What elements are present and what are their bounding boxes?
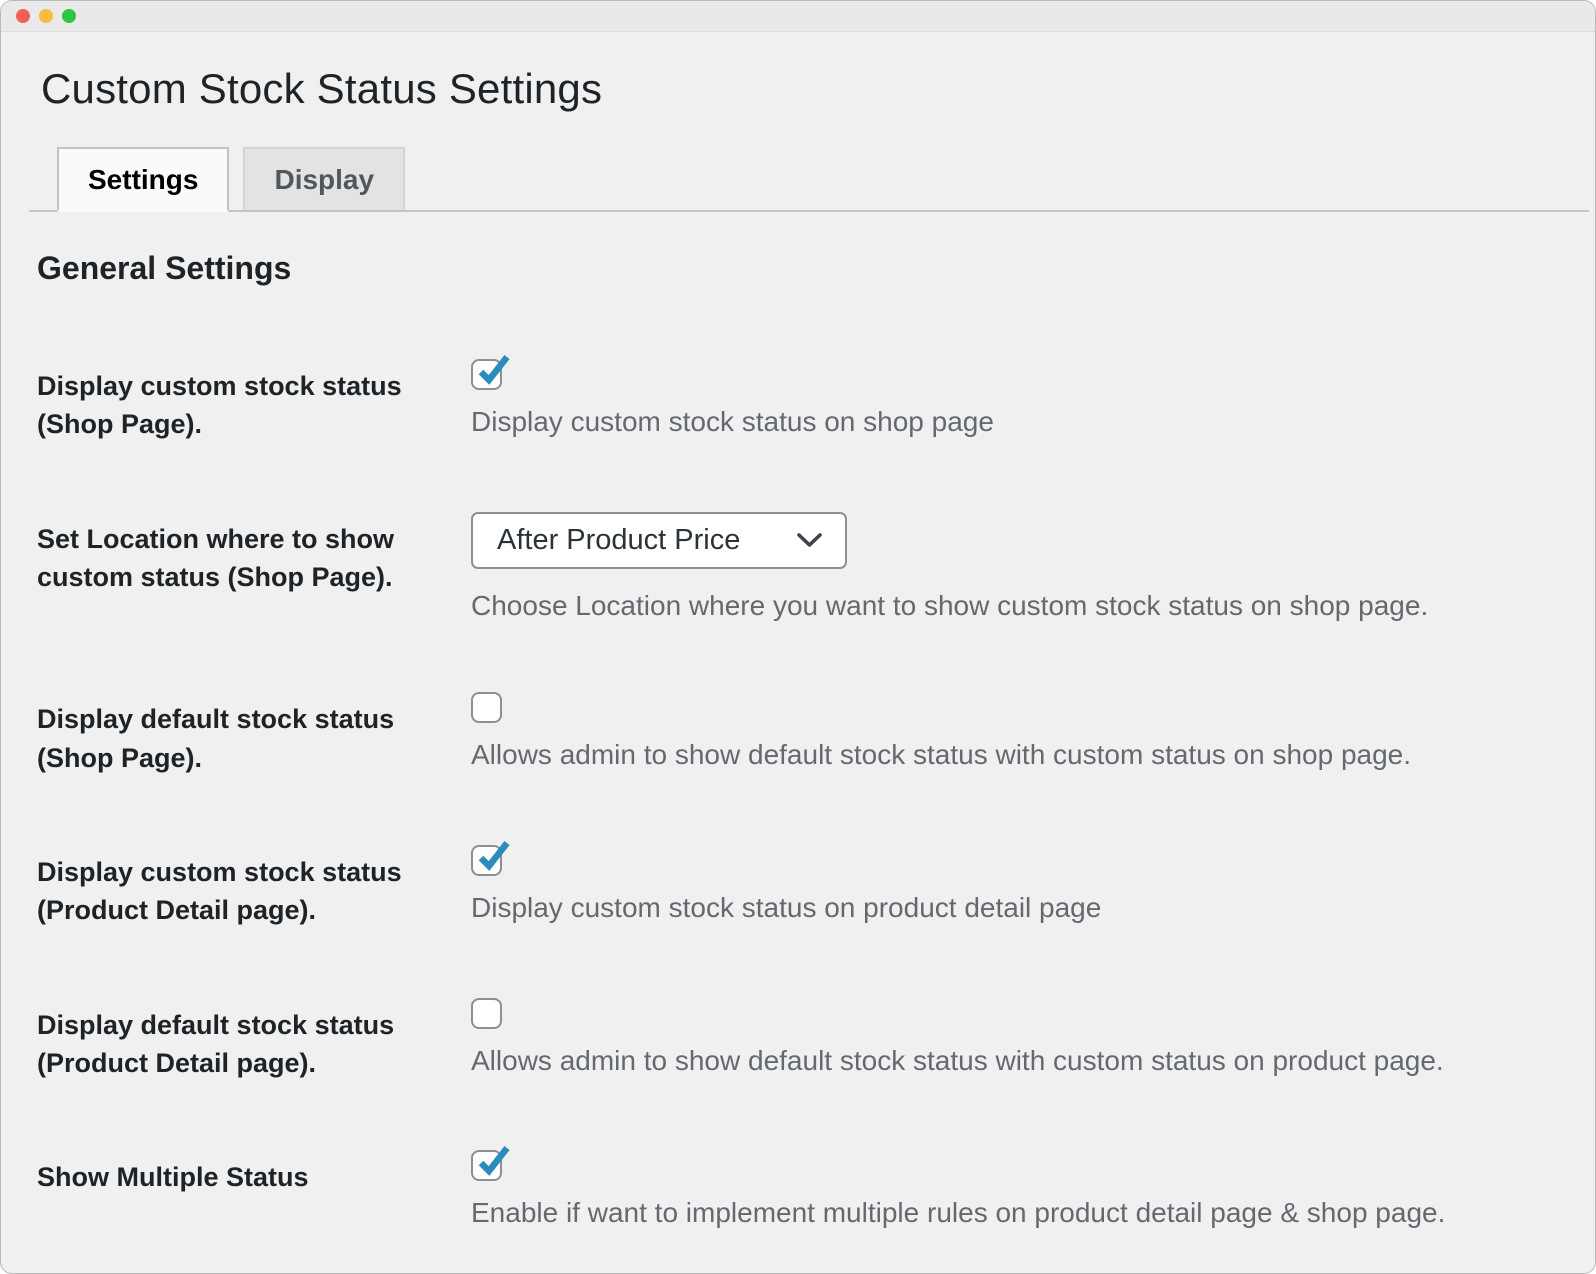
setting-label: Display default stock status (Shop Page)…	[37, 692, 449, 777]
setting-label: Display default stock status (Product De…	[37, 998, 449, 1083]
setting-description: Choose Location where you want to show c…	[471, 587, 1595, 625]
setting-field: Enable if want to implement multiple rul…	[471, 1150, 1595, 1232]
setting-checkbox[interactable]	[471, 692, 502, 723]
setting-description: Display custom stock status on product d…	[471, 889, 1595, 927]
setting-field: Display custom stock status on product d…	[471, 845, 1595, 930]
close-button[interactable]	[16, 9, 30, 23]
setting-label: Set Location where to show custom status…	[37, 512, 449, 625]
setting-row: Display custom stock status (Shop Page).…	[37, 359, 1595, 444]
setting-label: Show Multiple Status	[37, 1150, 449, 1232]
section-heading: General Settings	[37, 250, 1559, 287]
setting-row: Display default stock status (Shop Page)…	[37, 692, 1595, 777]
setting-label: Display custom stock status (Product Det…	[37, 845, 449, 930]
settings-rows: Display custom stock status (Shop Page).…	[1, 359, 1595, 1232]
setting-row: Display default stock status (Product De…	[37, 998, 1595, 1083]
setting-field: Allows admin to show default stock statu…	[471, 692, 1595, 777]
chevron-down-icon	[796, 532, 823, 549]
check-icon	[474, 838, 512, 876]
setting-row: Set Location where to show custom status…	[37, 512, 1595, 625]
setting-field: Display custom stock status on shop page	[471, 359, 1595, 444]
tab-display[interactable]: Display	[243, 147, 405, 210]
setting-checkbox[interactable]	[471, 1150, 502, 1181]
setting-description: Display custom stock status on shop page	[471, 403, 1595, 441]
select-value: After Product Price	[497, 524, 740, 557]
setting-description: Enable if want to implement multiple rul…	[471, 1194, 1595, 1232]
setting-description: Allows admin to show default stock statu…	[471, 736, 1595, 774]
setting-label: Display custom stock status (Shop Page).	[37, 359, 449, 444]
tab-bar: Settings Display	[29, 147, 1589, 212]
setting-field: After Product Price Choose Location wher…	[471, 512, 1595, 625]
setting-row: Display custom stock status (Product Det…	[37, 845, 1595, 930]
window-titlebar	[1, 1, 1595, 32]
check-icon	[474, 352, 512, 390]
setting-field: Allows admin to show default stock statu…	[471, 998, 1595, 1083]
setting-checkbox[interactable]	[471, 998, 502, 1029]
setting-row: Show Multiple Status Enable if want to i…	[37, 1150, 1595, 1232]
page-title: Custom Stock Status Settings	[41, 65, 1555, 113]
setting-checkbox[interactable]	[471, 359, 502, 390]
tab-settings[interactable]: Settings	[57, 147, 229, 212]
check-icon	[474, 1143, 512, 1181]
zoom-button[interactable]	[62, 9, 76, 23]
setting-description: Allows admin to show default stock statu…	[471, 1042, 1595, 1080]
settings-page: Custom Stock Status Settings Settings Di…	[1, 32, 1595, 1232]
app-window: Custom Stock Status Settings Settings Di…	[0, 0, 1596, 1274]
setting-checkbox[interactable]	[471, 845, 502, 876]
window-controls	[16, 9, 76, 23]
location-select[interactable]: After Product Price	[471, 512, 847, 569]
minimize-button[interactable]	[39, 9, 53, 23]
